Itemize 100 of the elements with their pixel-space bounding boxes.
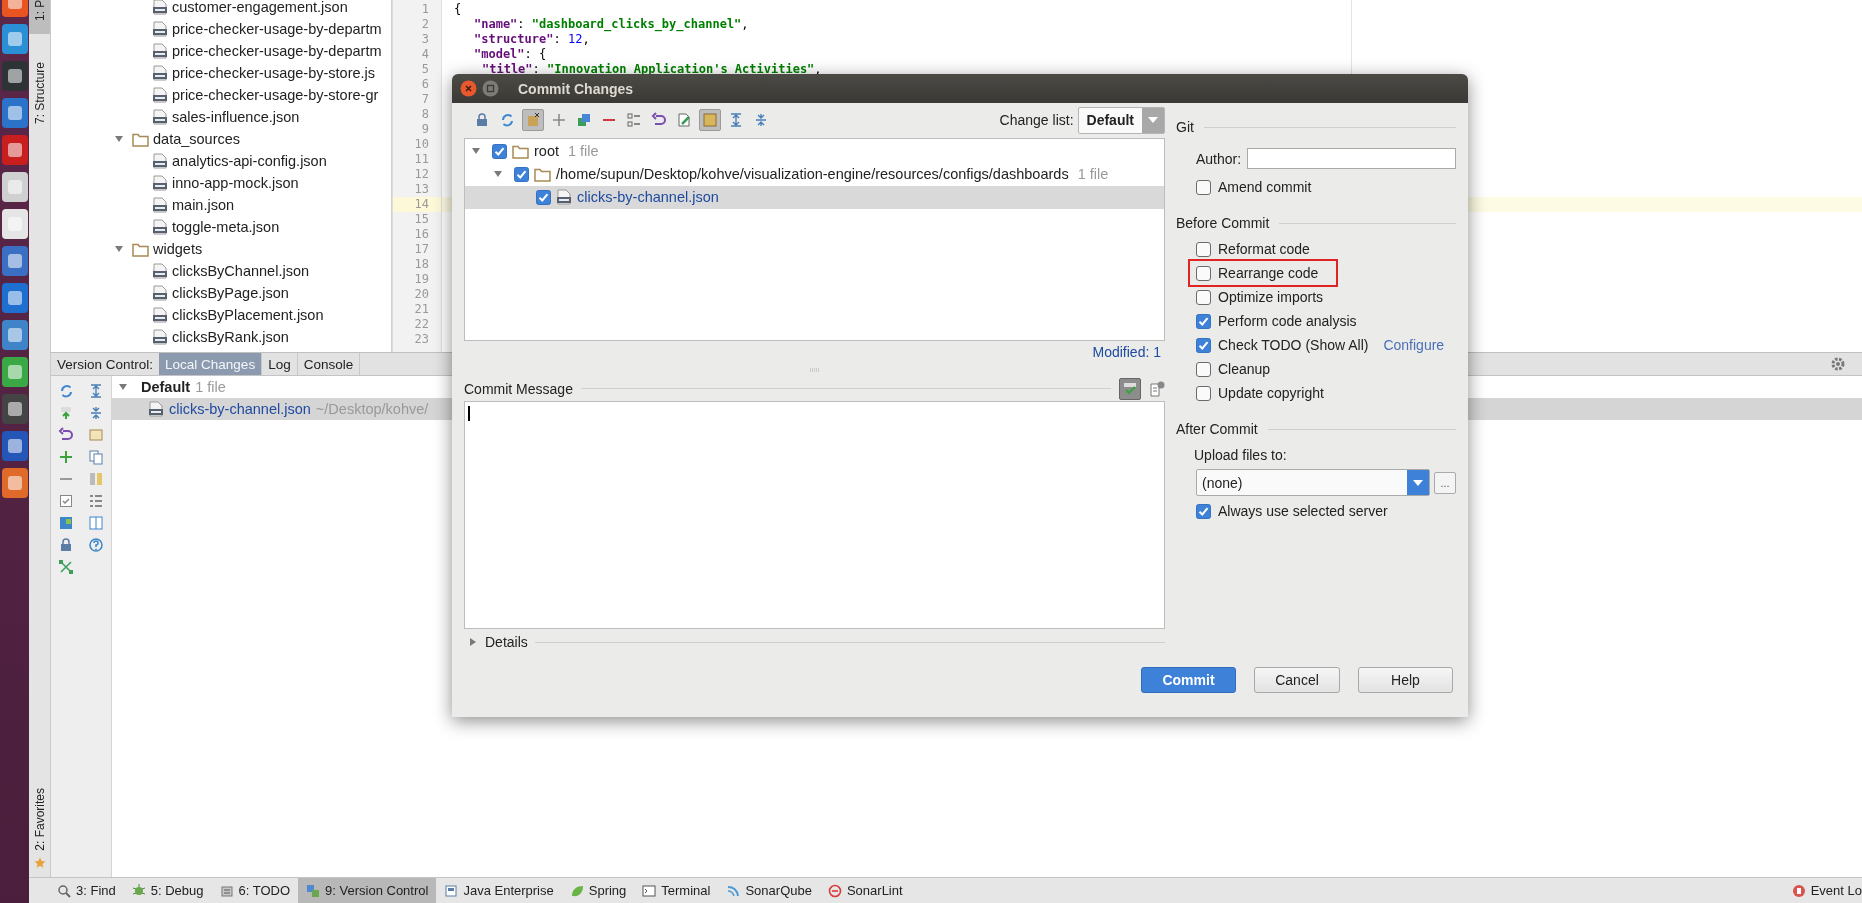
tool-window-button[interactable]: Spring xyxy=(561,878,635,903)
checkbox[interactable] xyxy=(1196,385,1211,401)
file-name[interactable]: main.json xyxy=(172,197,235,213)
panel-icon[interactable] xyxy=(58,515,74,531)
checkbox[interactable] xyxy=(514,166,529,182)
file-name[interactable]: clicksByPlacement.json xyxy=(172,307,324,323)
details-toggle[interactable]: Details xyxy=(485,634,528,651)
tool-window-button[interactable]: Event Lo xyxy=(1783,878,1862,903)
changelist-dropdown[interactable]: Default xyxy=(1077,106,1165,134)
option-label[interactable]: Rearrange code xyxy=(1218,265,1319,281)
folder-path[interactable]: /home/supun/Desktop/kohve/visualization-engine/resources/configs/dashboards xyxy=(556,166,1069,183)
dialog-button[interactable]: Cancel xyxy=(1254,667,1340,693)
option-label[interactable]: Cleanup xyxy=(1218,361,1271,377)
option-label[interactable]: Amend commit xyxy=(1218,179,1312,195)
file-name[interactable]: price-checker-usage-by-store.js xyxy=(172,65,376,81)
lock-icon[interactable] xyxy=(58,537,74,553)
toggle-button[interactable] xyxy=(522,109,544,132)
file-name[interactable]: price-checker-usage-by-store-gr xyxy=(172,87,379,103)
toggle-button[interactable] xyxy=(699,109,721,132)
spellcheck-button[interactable] xyxy=(1119,377,1141,400)
file-name[interactable]: analytics-api-config.json xyxy=(172,153,327,169)
collapse-all-icon[interactable] xyxy=(88,405,104,421)
list-icon[interactable] xyxy=(626,112,642,129)
plus-icon[interactable] xyxy=(58,449,74,465)
file-name[interactable]: clicksByRank.json xyxy=(172,329,289,345)
checkbox[interactable] xyxy=(1196,289,1211,305)
checkbox[interactable] xyxy=(1196,179,1211,195)
undo-icon[interactable] xyxy=(58,427,74,443)
app-icon[interactable] xyxy=(0,467,29,499)
checkbox-icon[interactable] xyxy=(58,493,74,509)
file-name[interactable]: clicks-by-channel.json xyxy=(169,401,311,417)
checkbox[interactable] xyxy=(1196,337,1211,353)
help-icon[interactable] xyxy=(88,537,104,553)
tool-window-tab[interactable]: 7: Structure xyxy=(29,58,50,129)
folder-path[interactable]: root xyxy=(534,143,559,160)
plus-icon[interactable] xyxy=(551,112,567,129)
option-label[interactable]: Optimize imports xyxy=(1218,289,1324,305)
tool-window-button[interactable]: 9: Version Control xyxy=(298,878,437,903)
caret-icon[interactable] xyxy=(114,244,124,254)
author-field[interactable] xyxy=(1247,148,1456,169)
file-name[interactable]: price-checker-usage-by-departm xyxy=(172,21,382,37)
expand-all-icon[interactable] xyxy=(728,112,744,129)
app-icon[interactable] xyxy=(0,393,29,425)
option-label[interactable]: Always use selected server xyxy=(1218,503,1388,519)
tool-window-button[interactable]: 3: Find xyxy=(49,878,124,903)
app-icon[interactable] xyxy=(0,430,29,462)
move-icon[interactable] xyxy=(576,112,592,129)
lock-icon[interactable] xyxy=(474,112,490,129)
settings-icon[interactable] xyxy=(1830,356,1846,372)
minimize-icon[interactable] xyxy=(482,80,499,97)
dialog-button[interactable]: Help xyxy=(1358,667,1453,693)
option-label[interactable]: Update copyright xyxy=(1218,385,1324,401)
folder-name[interactable]: data_sources xyxy=(153,131,241,147)
file-name[interactable]: clicksByChannel.json xyxy=(172,263,309,279)
configure-link[interactable]: Configure xyxy=(1383,337,1445,353)
app-icon[interactable] xyxy=(0,245,29,277)
option-label[interactable]: Reformat code xyxy=(1218,241,1310,257)
expand-all-icon[interactable] xyxy=(88,383,104,399)
list-icon[interactable] xyxy=(88,493,104,509)
history-icon[interactable] xyxy=(1149,380,1165,397)
graph-icon[interactable] xyxy=(58,559,74,575)
caret-icon[interactable] xyxy=(468,637,478,648)
file-name[interactable]: inno-app-mock.json xyxy=(172,175,299,191)
tool-window-tab[interactable]: 2: Favorites xyxy=(29,784,50,855)
collapse-all-icon[interactable] xyxy=(753,112,769,129)
caret-icon[interactable] xyxy=(114,134,124,144)
tool-window-button[interactable]: 5: Debug xyxy=(123,878,212,903)
app-icon[interactable] xyxy=(0,60,29,92)
tool-window-button[interactable]: 6: TODO xyxy=(211,878,299,903)
checkbox[interactable] xyxy=(492,143,507,159)
tool-window-button[interactable]: Java Enterprise xyxy=(436,878,562,903)
app-icon[interactable] xyxy=(0,134,29,166)
more-button[interactable]: ... xyxy=(1434,471,1456,494)
upload-dropdown[interactable]: (none) xyxy=(1196,469,1430,496)
tool-window-button[interactable]: SonarQube xyxy=(718,878,820,903)
file-name[interactable]: price-checker-usage-by-departm xyxy=(172,43,382,59)
checkbox[interactable] xyxy=(1196,361,1211,377)
edit-icon[interactable] xyxy=(676,112,692,129)
checkbox[interactable] xyxy=(1196,503,1211,519)
folder-name[interactable]: widgets xyxy=(153,241,203,257)
option-label[interactable]: Check TODO (Show All) xyxy=(1218,337,1369,353)
app-icon[interactable] xyxy=(0,319,29,351)
tool-window-tab[interactable]: 1: P xyxy=(29,0,50,34)
file-name[interactable]: toggle-meta.json xyxy=(172,219,280,235)
dialog-button[interactable]: Commit xyxy=(1141,667,1236,693)
modified-count[interactable]: Modified: 1 xyxy=(1092,344,1161,361)
tool-window-button[interactable]: SonarLint xyxy=(819,878,911,903)
option-label[interactable]: Perform code analysis xyxy=(1218,313,1357,329)
app-icon[interactable] xyxy=(0,171,29,203)
changelist-name[interactable]: Default xyxy=(141,379,191,395)
refresh-icon[interactable] xyxy=(58,383,74,399)
checkbox[interactable] xyxy=(1196,241,1211,257)
tool-window-button[interactable]: Terminal xyxy=(634,878,719,903)
file-name[interactable]: sales-influence.json xyxy=(172,109,300,125)
caret-icon[interactable] xyxy=(118,382,128,392)
checkbox[interactable] xyxy=(1196,265,1211,281)
vcs-update-icon[interactable] xyxy=(58,405,74,421)
app-icon[interactable] xyxy=(0,282,29,314)
splitter-handle[interactable] xyxy=(808,368,821,373)
app-icon[interactable] xyxy=(0,97,29,129)
